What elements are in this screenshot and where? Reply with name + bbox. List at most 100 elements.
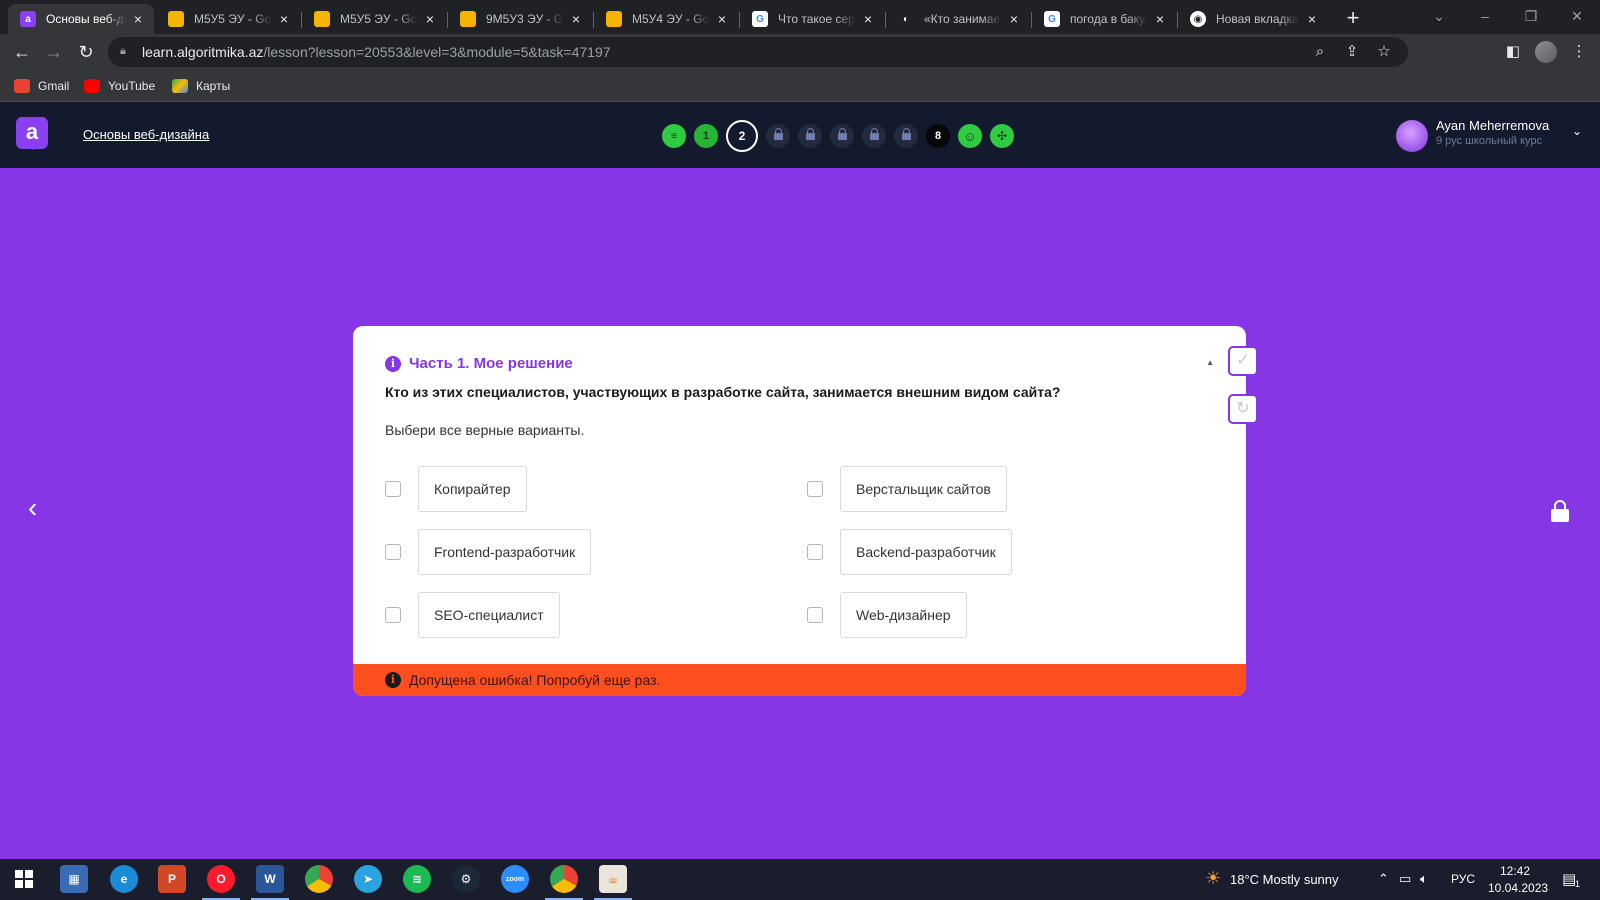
option-label[interactable]: Backend-разработчик bbox=[840, 529, 1012, 575]
close-icon[interactable]: × bbox=[1304, 11, 1320, 27]
option-checkbox[interactable] bbox=[385, 481, 401, 497]
network-icon[interactable]: ▭ bbox=[1399, 871, 1411, 887]
step-8[interactable]: 8 bbox=[926, 124, 950, 148]
bookmark-maps[interactable]: Карты bbox=[172, 77, 230, 95]
clock-time[interactable]: 12:42 bbox=[1500, 864, 1530, 878]
menu-icon[interactable]: ⋮ bbox=[1568, 41, 1590, 63]
reload-icon[interactable]: ↻ bbox=[74, 40, 98, 64]
volume-icon[interactable]: 🔈︎ bbox=[1420, 871, 1428, 887]
option-label[interactable]: Web-дизайнер bbox=[840, 592, 967, 638]
bookmark-star-icon[interactable]: ☆ bbox=[1372, 37, 1396, 67]
calculator-icon[interactable]: ▦ bbox=[60, 865, 88, 893]
site-icon: ◐ bbox=[898, 11, 914, 27]
new-tab-button[interactable]: + bbox=[1340, 5, 1366, 31]
lock-icon[interactable]: 🔒︎ bbox=[120, 45, 132, 59]
option-checkbox[interactable] bbox=[385, 544, 401, 560]
edge-icon[interactable]: e bbox=[110, 865, 138, 893]
restore-icon[interactable]: ❐ bbox=[1508, 4, 1554, 28]
option-label[interactable]: Верстальщик сайтов bbox=[840, 466, 1007, 512]
browser-tab[interactable]: M5У5 ЭУ - Google Slides × bbox=[302, 4, 446, 34]
step-game[interactable]: ✣ bbox=[990, 124, 1014, 148]
option-checkbox[interactable] bbox=[385, 607, 401, 623]
browser-tab[interactable]: M5У5 ЭУ - Google Slides × bbox=[156, 4, 300, 34]
browser-tab[interactable]: a Основы веб-дизайна × bbox=[8, 4, 154, 34]
close-icon[interactable]: × bbox=[568, 11, 584, 27]
task-card: i Часть 1. Мое решение ▲ Кто из этих спе… bbox=[353, 326, 1246, 696]
zoom-icon[interactable]: ⌕ bbox=[1308, 37, 1332, 67]
reset-button[interactable]: ↻ bbox=[1228, 394, 1258, 424]
algoritmika-logo[interactable]: a bbox=[16, 117, 48, 150]
close-icon[interactable]: × bbox=[1152, 11, 1168, 27]
telegram-icon[interactable]: ➤ bbox=[354, 865, 382, 893]
maps-icon bbox=[172, 79, 188, 93]
bookmarks-bar: Gmail YouTube Карты bbox=[0, 70, 1600, 102]
close-icon[interactable]: × bbox=[276, 11, 292, 27]
check-answer-button[interactable]: ✓ bbox=[1228, 346, 1258, 376]
chevron-down-icon[interactable]: ⌄ bbox=[1416, 4, 1462, 28]
chevron-down-icon[interactable]: ⌄ bbox=[1572, 124, 1582, 138]
back-icon[interactable]: ← bbox=[10, 40, 34, 64]
close-icon[interactable]: × bbox=[422, 11, 438, 27]
profile-avatar[interactable] bbox=[1535, 41, 1557, 63]
error-banner: i Допущена ошибка! Попробуй еще раз. bbox=[353, 664, 1246, 696]
course-title-link[interactable]: Основы веб-дизайна bbox=[83, 127, 209, 142]
step-locked bbox=[798, 124, 822, 148]
tab-title: M5У4 ЭУ - Google Slides bbox=[632, 12, 710, 26]
weather-icon[interactable]: ☀ bbox=[1205, 868, 1221, 889]
browser-tab[interactable]: ◐ «Кто занимается × bbox=[886, 4, 1030, 34]
prev-arrow-icon[interactable]: ‹ bbox=[28, 493, 48, 523]
browser-tab[interactable]: G Что такое сервер × bbox=[740, 4, 884, 34]
powerpoint-icon[interactable]: P bbox=[158, 865, 186, 893]
browser-tab[interactable]: ◉ Новая вкладка × bbox=[1178, 4, 1328, 34]
steam-icon[interactable]: ⚙ bbox=[452, 865, 480, 893]
chrome-icon[interactable] bbox=[550, 865, 578, 893]
word-icon[interactable]: W bbox=[256, 865, 284, 893]
close-icon[interactable]: × bbox=[130, 11, 146, 27]
option-item[interactable]: Web-дизайнер bbox=[807, 592, 967, 638]
java-icon[interactable]: ☕ bbox=[599, 865, 627, 893]
option-label[interactable]: SEO-специалист bbox=[418, 592, 560, 638]
share-icon[interactable]: ⇪ bbox=[1340, 37, 1364, 67]
tab-title: «Кто занимается bbox=[924, 12, 1002, 26]
step-smile[interactable]: ☺ bbox=[958, 124, 982, 148]
option-item[interactable]: SEO-специалист bbox=[385, 592, 560, 638]
spotify-icon[interactable]: ≋ bbox=[403, 865, 431, 893]
option-checkbox[interactable] bbox=[807, 544, 823, 560]
forward-icon[interactable]: → bbox=[42, 40, 66, 64]
tray-chevron-icon[interactable]: ⌃ bbox=[1378, 871, 1389, 887]
close-icon[interactable]: × bbox=[860, 11, 876, 27]
opera-icon[interactable]: O bbox=[207, 865, 235, 893]
bookmark-gmail[interactable]: Gmail bbox=[14, 77, 69, 95]
language-indicator[interactable]: РУС bbox=[1451, 872, 1475, 886]
option-label[interactable]: Frontend-разработчик bbox=[418, 529, 592, 575]
collapse-icon[interactable]: ▲ bbox=[1206, 358, 1214, 367]
option-item[interactable]: Копирайтер bbox=[385, 466, 527, 512]
google-icon: G bbox=[752, 11, 768, 27]
address-bar[interactable]: 🔒︎ learn.algoritmika.az/lesson?lesson=20… bbox=[108, 37, 1408, 67]
step-1[interactable]: 1 bbox=[694, 124, 718, 148]
zoom-icon[interactable]: zoom bbox=[501, 865, 529, 893]
step-2-current[interactable]: 2 bbox=[726, 120, 758, 152]
close-icon[interactable]: × bbox=[714, 11, 730, 27]
browser-tab[interactable]: M5У4 ЭУ - Google Slides × bbox=[594, 4, 738, 34]
chrome-icon[interactable] bbox=[305, 865, 333, 893]
user-menu[interactable]: Ayan Meherremova 9 рус школьный курс ⌄ bbox=[1396, 118, 1596, 152]
option-item[interactable]: Верстальщик сайтов bbox=[807, 466, 1007, 512]
weather-text[interactable]: 18°C Mostly sunny bbox=[1230, 872, 1339, 887]
browser-tab[interactable]: 9M5У3 ЭУ - Google Slides × bbox=[448, 4, 592, 34]
window-close-icon[interactable]: ✕ bbox=[1554, 4, 1600, 28]
option-checkbox[interactable] bbox=[807, 607, 823, 623]
start-icon[interactable] bbox=[10, 865, 38, 893]
option-checkbox[interactable] bbox=[807, 481, 823, 497]
close-icon[interactable]: × bbox=[1006, 11, 1022, 27]
bookmark-youtube[interactable]: YouTube bbox=[84, 77, 155, 95]
side-panel-icon[interactable]: ◧ bbox=[1502, 41, 1524, 63]
browser-tab[interactable]: G погода в баку × bbox=[1032, 4, 1176, 34]
step-intro[interactable]: ≡ bbox=[662, 124, 686, 148]
option-label[interactable]: Копирайтер bbox=[418, 466, 527, 512]
option-item[interactable]: Backend-разработчик bbox=[807, 529, 1012, 575]
option-item[interactable]: Frontend-разработчик bbox=[385, 529, 592, 575]
clock-date[interactable]: 10.04.2023 bbox=[1488, 881, 1548, 895]
refresh-icon: ↻ bbox=[1236, 400, 1250, 417]
minimize-icon[interactable]: – bbox=[1462, 4, 1508, 28]
